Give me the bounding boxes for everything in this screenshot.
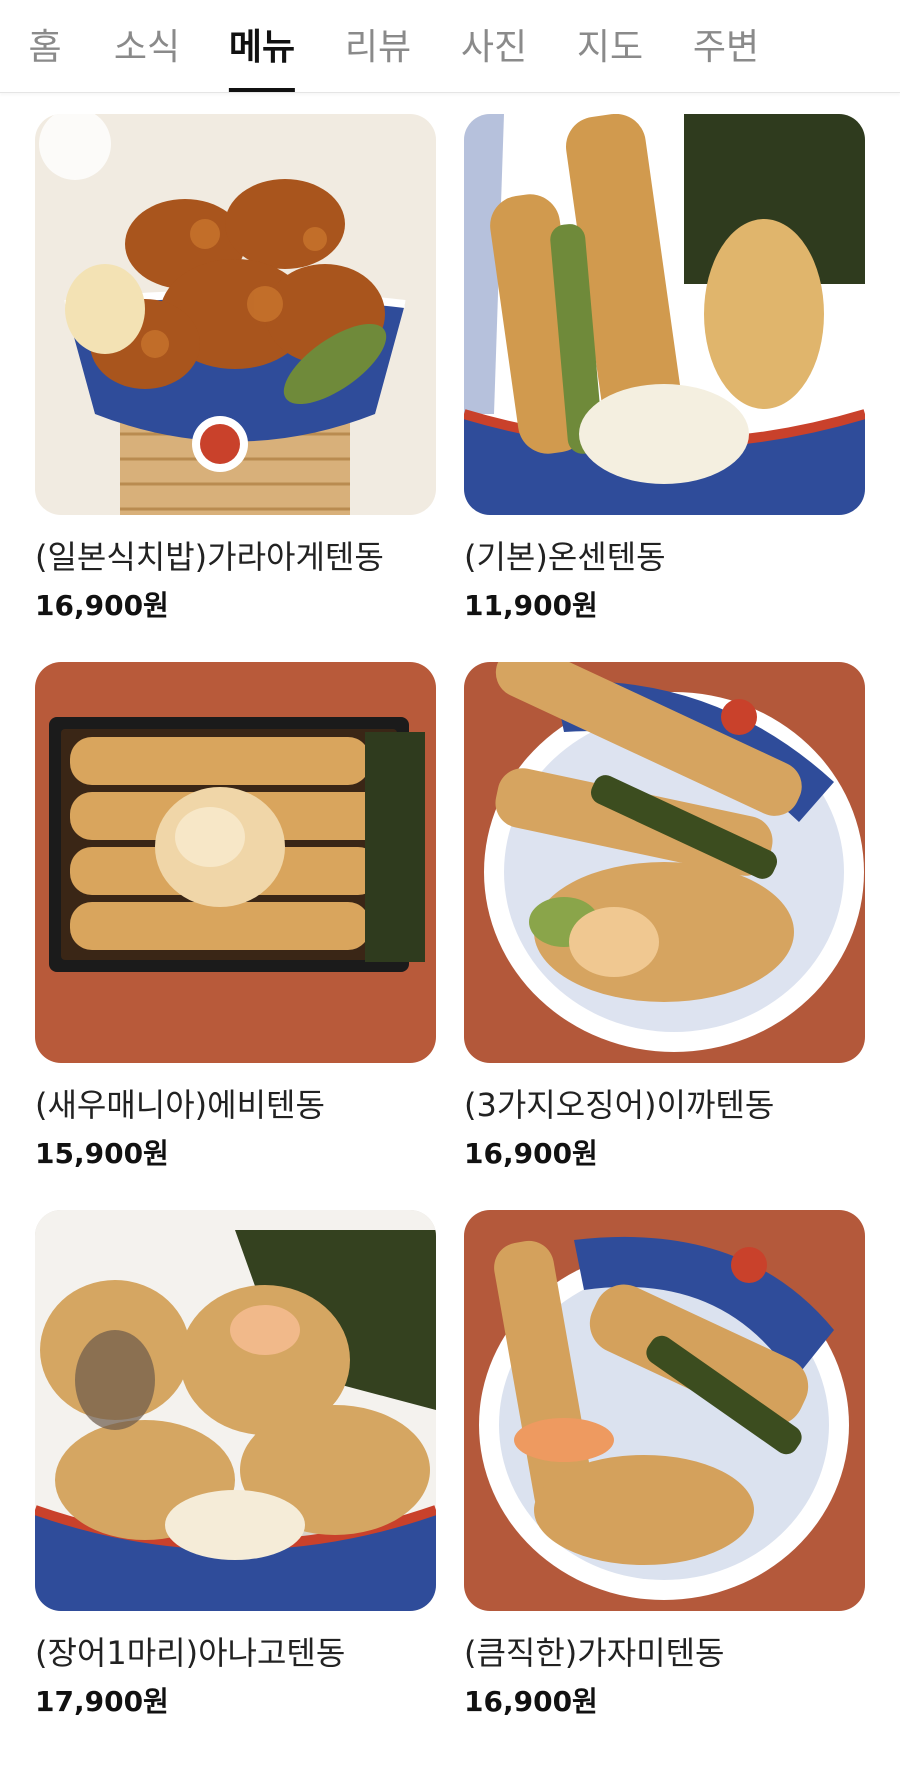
tab-map[interactable]: 지도 [577, 18, 643, 92]
menu-item-name: (기본)온센텐동 [464, 538, 666, 576]
tab-photos[interactable]: 사진 [461, 18, 527, 92]
menu-item-name: (일본식치밥)가라아게텐동 [35, 538, 384, 576]
menu-item-name: (큼직한)가자미텐동 [464, 1634, 725, 1672]
menu-item-card[interactable]: (기본)온센텐동 11,900원 [464, 114, 865, 622]
menu-item-card[interactable]: (새우매니아)에비텐동 15,900원 [35, 662, 436, 1170]
menu-item-card[interactable]: (3가지오징어)이까텐동 16,900원 [464, 662, 865, 1170]
menu-item-price: 16,900원 [464, 1685, 598, 1718]
ebi-tendon-photo[interactable] [35, 662, 436, 1063]
tab-news[interactable]: 소식 [114, 18, 180, 92]
menu-item-price: 16,900원 [35, 589, 169, 622]
anago-tendon-photo[interactable] [35, 1210, 436, 1611]
ika-tendon-photo[interactable] [464, 662, 865, 1063]
tab-nearby[interactable]: 주변 [693, 18, 759, 92]
flatfish-tendon-photo[interactable] [464, 1210, 865, 1611]
menu-item-price: 11,900원 [464, 589, 598, 622]
menu-item-name: (3가지오징어)이까텐동 [464, 1086, 775, 1124]
menu-item-name: (새우매니아)에비텐동 [35, 1086, 325, 1124]
tab-home[interactable]: 홈 [28, 18, 61, 92]
menu-item-card[interactable]: (큼직한)가자미텐동 16,900원 [464, 1210, 865, 1718]
tab-reviews[interactable]: 리뷰 [345, 18, 411, 92]
tab-bar: 홈 소식 메뉴 리뷰 사진 지도 주변 [0, 0, 900, 93]
onsen-tendon-photo[interactable] [464, 114, 865, 515]
menu-item-name: (장어1마리)아나고텐동 [35, 1634, 346, 1672]
menu-item-price: 15,900원 [35, 1137, 169, 1170]
menu-item-price: 17,900원 [35, 1685, 169, 1718]
menu-item-card[interactable]: (장어1마리)아나고텐동 17,900원 [35, 1210, 436, 1718]
menu-item-price: 16,900원 [464, 1137, 598, 1170]
menu-item-card[interactable]: (일본식치밥)가라아게텐동 16,900원 [35, 114, 436, 622]
tab-menu[interactable]: 메뉴 [228, 18, 296, 92]
karaage-tendon-photo[interactable] [35, 114, 436, 515]
